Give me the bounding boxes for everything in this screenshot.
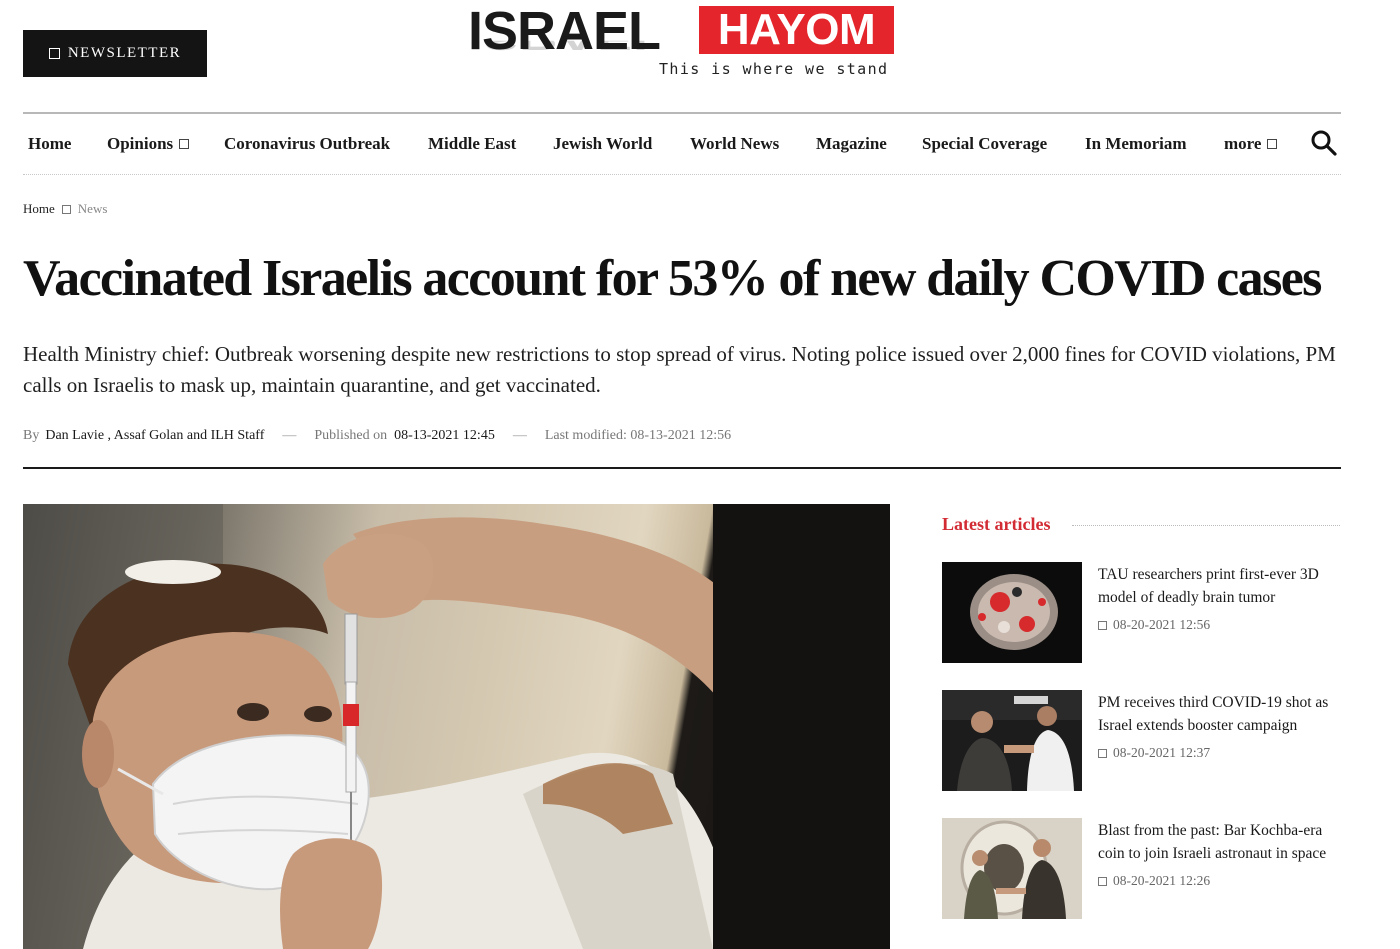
pm-booster-shot-thumbnail-image bbox=[942, 690, 1082, 791]
nav-item-label: Special Coverage bbox=[922, 134, 1048, 153]
article-title[interactable]: PM receives third COVID-19 shot as Israe… bbox=[1098, 691, 1343, 737]
nav-item-label: Jewish World bbox=[553, 134, 653, 153]
logo-reflection: ISRAEL bbox=[468, 41, 700, 54]
breadcrumb-home[interactable]: Home bbox=[23, 201, 55, 217]
meta-divider bbox=[23, 467, 1341, 469]
nav-item-coronavirus-outbreak[interactable]: Coronavirus Outbreak bbox=[224, 134, 390, 154]
newsletter-icon bbox=[48, 48, 60, 59]
published-date: 08-13-2021 12:45 bbox=[394, 428, 495, 443]
brain-tumor-thumbnail-image bbox=[942, 562, 1082, 663]
article-authors[interactable]: Dan Lavie , Assaf Golan and ILH Staff bbox=[45, 428, 264, 444]
article-thumbnail[interactable] bbox=[942, 690, 1082, 791]
nav-item-label: Coronavirus Outbreak bbox=[224, 134, 391, 153]
search-icon bbox=[1311, 130, 1337, 156]
newsletter-button[interactable]: NEWSLETTER bbox=[23, 30, 207, 77]
article-date: 08-20-2021 12:37 bbox=[1098, 745, 1210, 761]
dropdown-icon bbox=[179, 139, 190, 149]
main-nav: Home Opinions Coronavirus Outbreak Middl… bbox=[23, 114, 1341, 174]
nav-item-label: more bbox=[1224, 134, 1262, 153]
clock-icon bbox=[1098, 876, 1107, 886]
breadcrumb-current[interactable]: News bbox=[78, 201, 108, 217]
latest-article-item[interactable]: PM receives third COVID-19 shot as Israe… bbox=[942, 690, 1342, 792]
nav-item-label: Opinions bbox=[107, 134, 174, 153]
nav-item-world-news[interactable]: World News bbox=[690, 134, 779, 154]
by-label: By bbox=[23, 428, 40, 443]
latest-articles-title[interactable]: Latest articles bbox=[942, 514, 1050, 535]
clock-icon bbox=[1098, 748, 1107, 758]
nav-item-more[interactable]: more bbox=[1224, 134, 1278, 154]
article-hero-image bbox=[23, 504, 890, 949]
article-date: 08-20-2021 12:26 bbox=[1098, 873, 1210, 889]
latest-article-item[interactable]: Blast from the past: Bar Kochba-era coin… bbox=[942, 818, 1342, 920]
article-date-text: 08-20-2021 12:26 bbox=[1113, 873, 1211, 888]
nav-item-jewish-world[interactable]: Jewish World bbox=[553, 134, 652, 154]
latest-articles-divider bbox=[1072, 525, 1340, 526]
nav-item-middle-east[interactable]: Middle East bbox=[428, 134, 516, 154]
last-modified: Last modified: 08-13-2021 12:56 bbox=[544, 428, 732, 443]
breadcrumb-separator-icon bbox=[61, 204, 71, 214]
nav-bottom-divider bbox=[23, 174, 1341, 175]
article-date-text: 08-20-2021 12:56 bbox=[1113, 617, 1211, 632]
latest-article-item[interactable]: TAU researchers print first-ever 3D mode… bbox=[942, 562, 1342, 664]
nav-item-special-coverage[interactable]: Special Coverage bbox=[922, 134, 1047, 154]
published-label: Published on bbox=[314, 428, 388, 443]
nav-item-label: Magazine bbox=[816, 134, 887, 153]
dropdown-icon bbox=[1267, 139, 1278, 149]
logo-tagline: This is where we stand bbox=[659, 60, 889, 78]
nav-item-home[interactable]: Home bbox=[28, 134, 71, 154]
nav-item-label: Middle East bbox=[428, 134, 517, 153]
article-title[interactable]: Blast from the past: Bar Kochba-era coin… bbox=[1098, 819, 1343, 865]
astronaut-coin-thumbnail-image bbox=[942, 818, 1082, 919]
clock-icon bbox=[1098, 620, 1107, 630]
newsletter-label: NEWSLETTER bbox=[67, 45, 182, 61]
meta-separator: — bbox=[512, 428, 527, 443]
nav-item-magazine[interactable]: Magazine bbox=[816, 134, 887, 154]
article-subhead: Health Ministry chief: Outbreak worsenin… bbox=[23, 342, 1336, 397]
logo-hayom-box: HAYOM bbox=[699, 6, 894, 54]
site-logo[interactable]: ISRAEL ISRAEL HAYOM This is where we sta… bbox=[468, 4, 898, 104]
article-thumbnail[interactable] bbox=[942, 818, 1082, 919]
nav-item-in-memoriam[interactable]: In Memoriam bbox=[1085, 134, 1187, 154]
nav-item-label: World News bbox=[690, 134, 780, 153]
hero-photo-illustration bbox=[23, 504, 890, 949]
breadcrumb: Home News bbox=[23, 201, 107, 217]
article-date-text: 08-20-2021 12:37 bbox=[1113, 745, 1211, 760]
article-headline: Vaccinated Israelis account for 53% of n… bbox=[23, 250, 1322, 307]
nav-item-opinions[interactable]: Opinions bbox=[107, 134, 190, 154]
article-date: 08-20-2021 12:56 bbox=[1098, 617, 1210, 633]
logo-word-hayom: HAYOM bbox=[717, 5, 876, 54]
nav-item-label: Home bbox=[28, 134, 72, 153]
article-title[interactable]: TAU researchers print first-ever 3D mode… bbox=[1098, 563, 1343, 609]
search-button[interactable] bbox=[1310, 129, 1338, 157]
nav-item-label: In Memoriam bbox=[1085, 134, 1187, 153]
article-meta: By Dan Lavie , Assaf Golan and ILH Staff… bbox=[23, 428, 731, 444]
meta-separator: — bbox=[282, 428, 297, 443]
article-thumbnail[interactable] bbox=[942, 562, 1082, 663]
